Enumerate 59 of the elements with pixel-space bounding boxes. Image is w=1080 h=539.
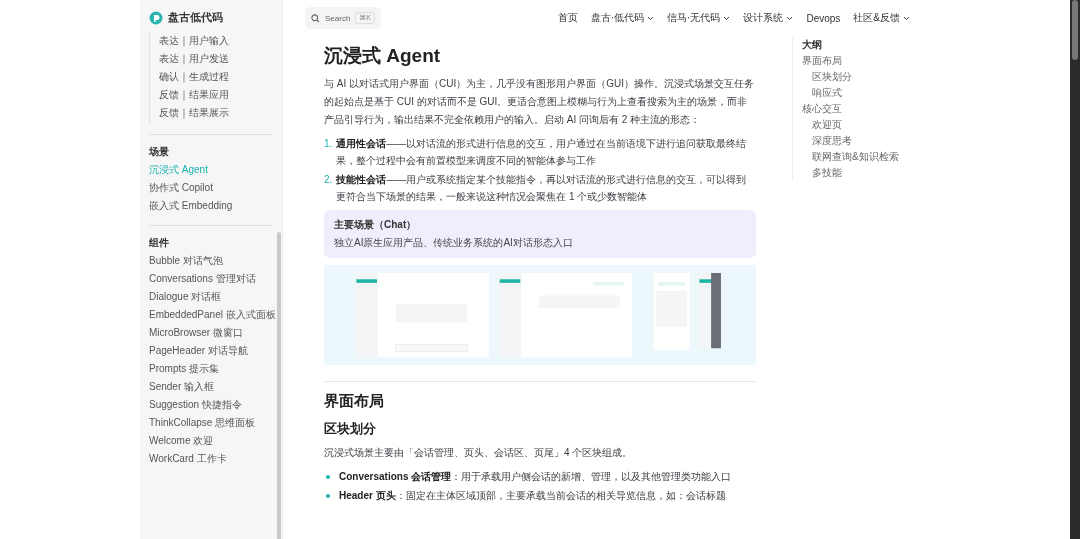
logo-icon bbox=[149, 11, 163, 25]
section-heading: 界面布局 bbox=[324, 392, 385, 411]
scrollbar[interactable] bbox=[1070, 0, 1080, 539]
outline-title: 大纲 bbox=[802, 38, 823, 52]
scrollbar-thumb[interactable] bbox=[277, 232, 281, 539]
outline-link[interactable]: 界面布局 bbox=[802, 53, 899, 69]
chevron-icon bbox=[786, 15, 794, 21]
sidebar-link[interactable]: Prompts 提示集 bbox=[149, 360, 272, 378]
sidebar-link[interactable]: 反馈｜结果展示 bbox=[159, 104, 272, 122]
intro-paragraph: 与 AI 以对话式用户界面（CUI）为主，几乎没有图形用户界面（GUI）操作。沉浸式场景交互任务的起始点是基于 CUI 的对话而不是 GUI。更适合意图上模糊与行为上查看搜索为主的场景，而非产品引导行为，输出结果不完全依赖用户的输入。启动 AI 问询后有 2 种主流的形态： bbox=[324, 77, 755, 127]
chevron-icon bbox=[723, 15, 731, 21]
sidebar-link[interactable]: PageHeader 对话导航 bbox=[149, 342, 272, 360]
outline-link[interactable]: 联网查询&知识检索 bbox=[802, 149, 899, 165]
chevron-icon bbox=[903, 15, 910, 21]
sidebar-link[interactable]: Sender 输入框 bbox=[149, 378, 272, 396]
nav-link[interactable]: 首页 bbox=[557, 11, 578, 25]
sidebar-link[interactable]: 表达｜用户输入 bbox=[159, 32, 272, 50]
sidebar-link[interactable]: 协作式 Copilot bbox=[149, 179, 272, 197]
bullet-icon bbox=[326, 494, 330, 498]
list-item-text: Header 页头：固定在主体区域顶部，主要承载当前会话的相关导览信息，如：会话标题 bbox=[339, 489, 726, 503]
callout-text: 独立AI原生应用产品、传统业务系统的AI对话形态入口 bbox=[334, 236, 574, 250]
list-number: 1. bbox=[324, 137, 333, 151]
sidebar-link[interactable]: Bubble 对话气泡 bbox=[149, 252, 272, 270]
page-title: 沉浸式 Agent bbox=[324, 44, 442, 68]
sidebar-link[interactable]: WorkCard 工作卡 bbox=[149, 450, 272, 468]
outline-link[interactable]: 响应式 bbox=[802, 85, 899, 101]
list-item-text: 技能性会话——用户或系统指定某个技能指令，再以对话流的形式进行信息的交互，可以得到更符合当下场景的结果，一般来说这种情况会聚焦在 1 个或少数智能体 bbox=[336, 173, 748, 204]
nav-link[interactable]: 信马·无代码 bbox=[667, 11, 731, 25]
outline-link[interactable]: 多技能 bbox=[802, 165, 899, 181]
sidebar-link[interactable]: Dialogue 对话框 bbox=[149, 288, 272, 306]
sidebar-link[interactable]: Suggestion 快捷指令 bbox=[149, 396, 272, 414]
nav-link[interactable]: 盘古·低代码 bbox=[590, 11, 655, 25]
sidebar-link[interactable]: ThinkCollapse 思维面板 bbox=[149, 414, 272, 432]
subsection-heading: 区块划分 bbox=[324, 421, 377, 438]
sidebar-link[interactable]: 嵌入式 Embedding bbox=[149, 197, 272, 215]
body-paragraph: 沉浸式场景主要由「会话管理、页头、会话区、页尾」4 个区块组成。 bbox=[324, 446, 634, 460]
callout-title: 主要场景（Chat） bbox=[334, 218, 418, 232]
sidebar-link[interactable]: Conversations 管理对话 bbox=[149, 270, 272, 288]
search-icon bbox=[311, 13, 320, 23]
bullet-icon bbox=[326, 475, 330, 479]
sidebar-link[interactable]: 确认｜生成过程 bbox=[159, 68, 272, 86]
nav-link[interactable]: Devops bbox=[806, 11, 841, 25]
outline-link[interactable]: 核心交互 bbox=[802, 101, 899, 117]
outline-link[interactable]: 欢迎页 bbox=[802, 117, 899, 133]
outline-link[interactable]: 深度思考 bbox=[802, 133, 899, 149]
nav-link[interactable]: 社区&反馈 bbox=[853, 11, 910, 25]
section-heading: 组件 bbox=[149, 236, 170, 250]
section-heading: 场景 bbox=[149, 145, 170, 159]
outline-link[interactable]: 区块划分 bbox=[802, 69, 899, 85]
sidebar-link[interactable]: 反馈｜结果应用 bbox=[159, 86, 272, 104]
chevron-icon bbox=[647, 15, 655, 21]
sidebar-link[interactable]: Welcome 欢迎 bbox=[149, 432, 272, 450]
nav-link[interactable]: 设计系统 bbox=[743, 11, 794, 25]
list-number: 2. bbox=[324, 173, 333, 187]
sidebar-link[interactable]: MicroBrowser 微窗口 bbox=[149, 324, 272, 342]
list-item-text: 通用性会话——以对话流的形式进行信息的交互，用户通过在当前语境下进行追问获取最终结果，整个过程中会有前置模型来调度不同的智能体参与工作 bbox=[336, 137, 748, 168]
sidebar-link[interactable]: 表达｜用户发送 bbox=[159, 50, 272, 68]
logo-text: 盘古低代码 bbox=[168, 11, 223, 25]
list-item-text: Conversations 会话管理：用于承载用户侧会话的新增、管理，以及其他管理类功能入口 bbox=[339, 470, 732, 484]
